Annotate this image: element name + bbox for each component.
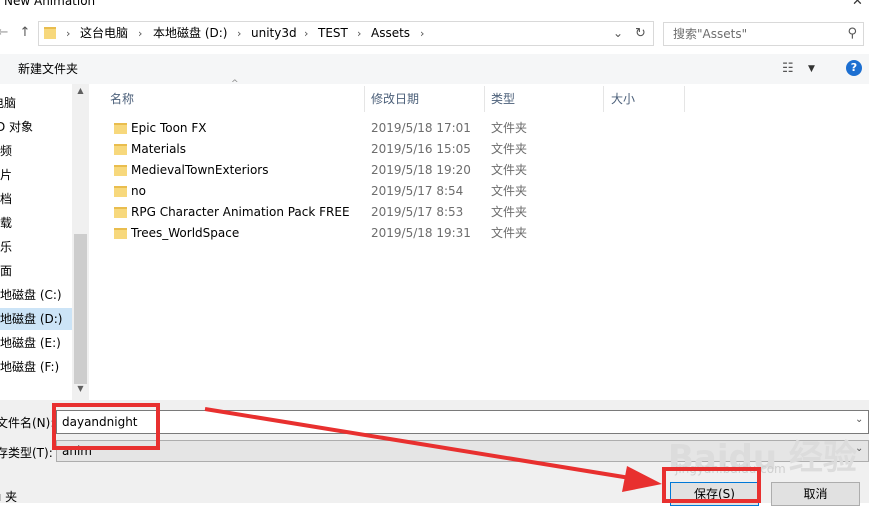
arrow-shaft xyxy=(204,407,631,480)
arrow-head xyxy=(622,466,662,492)
annotation-arrow xyxy=(204,407,662,492)
